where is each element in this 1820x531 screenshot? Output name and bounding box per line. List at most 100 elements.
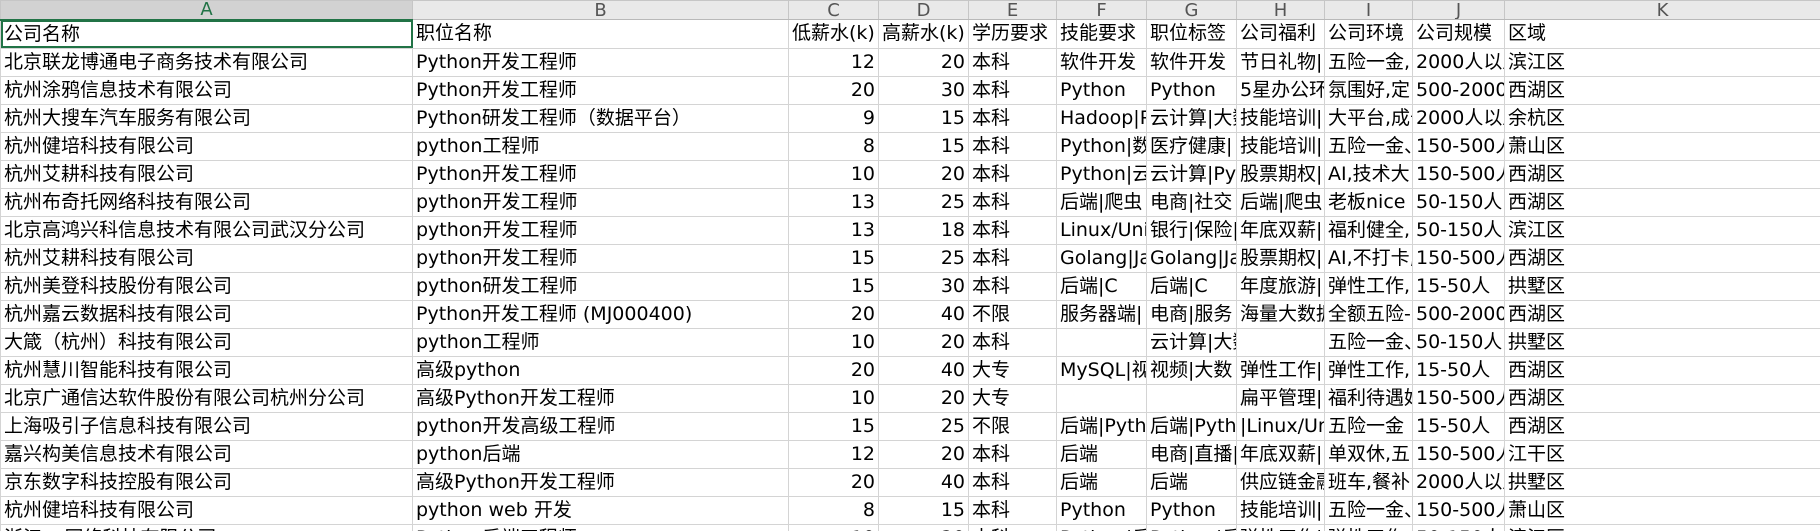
table-cell[interactable]: 高级Python开发工程师 [412,383,789,413]
table-cell[interactable]: 10 [788,159,879,189]
table-cell[interactable]: 5星办公环 [1236,75,1325,105]
header-cell[interactable]: 公司规模 [1412,19,1505,49]
header-cell[interactable]: 公司福利 [1236,19,1325,49]
table-cell[interactable]: 京东数字科技控股有限公司 [0,467,413,497]
table-cell[interactable]: 本科 [968,103,1057,133]
table-cell[interactable]: 北京高鸿兴科信息技术有限公司武汉分公司 [0,215,413,245]
table-cell[interactable]: 150-500人 [1412,243,1505,273]
table-cell[interactable]: 15 [788,271,879,301]
table-cell[interactable]: 20 [788,75,879,105]
table-cell[interactable]: 供应链金融 [1236,467,1325,497]
table-cell[interactable]: 视频|大数 [1146,355,1237,385]
table-cell[interactable]: python开发工程师 [412,243,789,273]
table-cell[interactable]: 江干区 [1504,439,1820,469]
table-cell[interactable]: 全额五险- [1324,299,1413,329]
table-cell[interactable]: 技能培训| [1236,495,1325,525]
table-cell[interactable]: 弹性工作| [1236,355,1325,385]
table-cell[interactable]: 年底双薪| [1236,439,1325,469]
table-cell[interactable]: 后端|Pytho [1056,411,1147,441]
header-cell[interactable]: 高薪水(k) [878,19,969,49]
column-header-d[interactable]: D [878,0,969,20]
table-cell[interactable]: 大专 [968,355,1057,385]
table-cell[interactable]: 13 [788,187,879,217]
table-cell[interactable]: 云计算|大数 [1146,103,1237,133]
table-cell[interactable]: 20 [878,439,969,469]
table-cell[interactable]: MySQL|视 [1056,355,1147,385]
table-cell[interactable]: python工程师 [412,327,789,357]
table-cell[interactable]: 本科 [968,327,1057,357]
table-cell[interactable]: Python [1146,495,1237,525]
table-cell[interactable]: Python开发工程师 (MJ000400) [412,299,789,329]
table-cell[interactable]: 后端|爬虫 [1056,187,1147,217]
table-cell[interactable] [1236,327,1325,357]
table-cell[interactable]: 滨江区 [1504,523,1820,531]
column-header-b[interactable]: B [412,0,789,20]
table-cell[interactable]: 25 [878,187,969,217]
table-cell[interactable]: 西湖区 [1504,159,1820,189]
column-header-e[interactable]: E [968,0,1057,20]
table-cell[interactable]: Golang|Jav [1056,243,1147,273]
header-cell[interactable]: 公司环境 [1324,19,1413,49]
table-cell[interactable]: 电商|直播| [1146,439,1237,469]
table-cell[interactable]: 20 [878,523,969,531]
table-cell[interactable]: Python [1146,75,1237,105]
table-cell[interactable]: 大箴（杭州）科技有限公司 [0,327,413,357]
table-cell[interactable]: 后端|Python [1146,411,1237,441]
table-cell[interactable]: 40 [878,467,969,497]
table-cell[interactable]: 15 [878,495,969,525]
table-cell[interactable] [1056,383,1147,413]
table-cell[interactable]: 150-500人 [1412,495,1505,525]
table-cell[interactable]: 股票期权| [1236,243,1325,273]
table-cell[interactable]: AI,技术大 [1324,159,1413,189]
table-cell[interactable]: 12 [788,439,879,469]
table-cell[interactable]: 余杭区 [1504,103,1820,133]
table-cell[interactable] [1056,327,1147,357]
table-cell[interactable]: 西湖区 [1504,355,1820,385]
table-cell[interactable]: 50-150人 [1412,327,1505,357]
table-cell[interactable]: python开发工程师 [412,187,789,217]
table-cell[interactable]: 拱墅区 [1504,467,1820,497]
table-cell[interactable]: 150-500人 [1412,159,1505,189]
table-cell[interactable]: 扁平管理| [1236,383,1325,413]
table-cell[interactable]: 大专 [968,383,1057,413]
table-cell[interactable]: 服务器端| [1056,299,1147,329]
table-cell[interactable]: 五险一金 [1324,411,1413,441]
table-cell[interactable]: 福利待遇好 [1324,383,1413,413]
table-cell[interactable]: Python|数 [1056,131,1147,161]
table-cell[interactable]: Golang|Jav [1146,243,1237,273]
table-cell[interactable]: 500-2000人 [1412,299,1505,329]
table-cell[interactable]: 杭州大搜车汽车服务有限公司 [0,103,413,133]
table-cell[interactable]: 10 [788,523,879,531]
table-cell[interactable]: 杭州艾耕科技有限公司 [0,159,413,189]
table-cell[interactable]: 15 [788,411,879,441]
table-cell[interactable]: 电商|服务 [1146,299,1237,329]
table-cell[interactable]: Linux/Unix [1056,215,1147,245]
table-cell[interactable]: 股票期权| [1236,159,1325,189]
table-cell[interactable]: 2000人以上 [1412,467,1505,497]
table-cell[interactable]: 后端|C [1056,271,1147,301]
table-cell[interactable]: 云计算|Pyt [1146,159,1237,189]
table-cell[interactable]: 本科 [968,187,1057,217]
table-cell[interactable]: 本科 [968,215,1057,245]
column-header-k[interactable]: K [1504,0,1820,20]
table-cell[interactable]: 弹性工作| [1236,523,1325,531]
table-cell[interactable]: 年底双薪| [1236,215,1325,245]
table-cell[interactable]: 50-150人 [1412,187,1505,217]
table-cell[interactable]: 软件开发 [1056,47,1147,77]
table-cell[interactable]: 本科 [968,495,1057,525]
table-cell[interactable]: 20 [878,159,969,189]
column-header-f[interactable]: F [1056,0,1147,20]
table-cell[interactable]: Python后端工程师 [412,523,789,531]
table-cell[interactable]: 海量大数据 [1236,299,1325,329]
table-cell[interactable]: 班车,餐补 [1324,467,1413,497]
table-cell[interactable]: Python开发工程师 [412,159,789,189]
table-cell[interactable]: 杭州布奇托网络科技有限公司 [0,187,413,217]
table-cell[interactable]: 后端 [1056,467,1147,497]
table-cell[interactable]: 20 [878,327,969,357]
column-header-h[interactable]: H [1236,0,1325,20]
table-cell[interactable]: 杭州健培科技有限公司 [0,131,413,161]
column-header-i[interactable]: I [1324,0,1413,20]
header-cell[interactable]: 公司名称 [0,19,413,49]
table-cell[interactable]: Python|后端 [1056,523,1147,531]
table-cell[interactable]: 西湖区 [1504,411,1820,441]
